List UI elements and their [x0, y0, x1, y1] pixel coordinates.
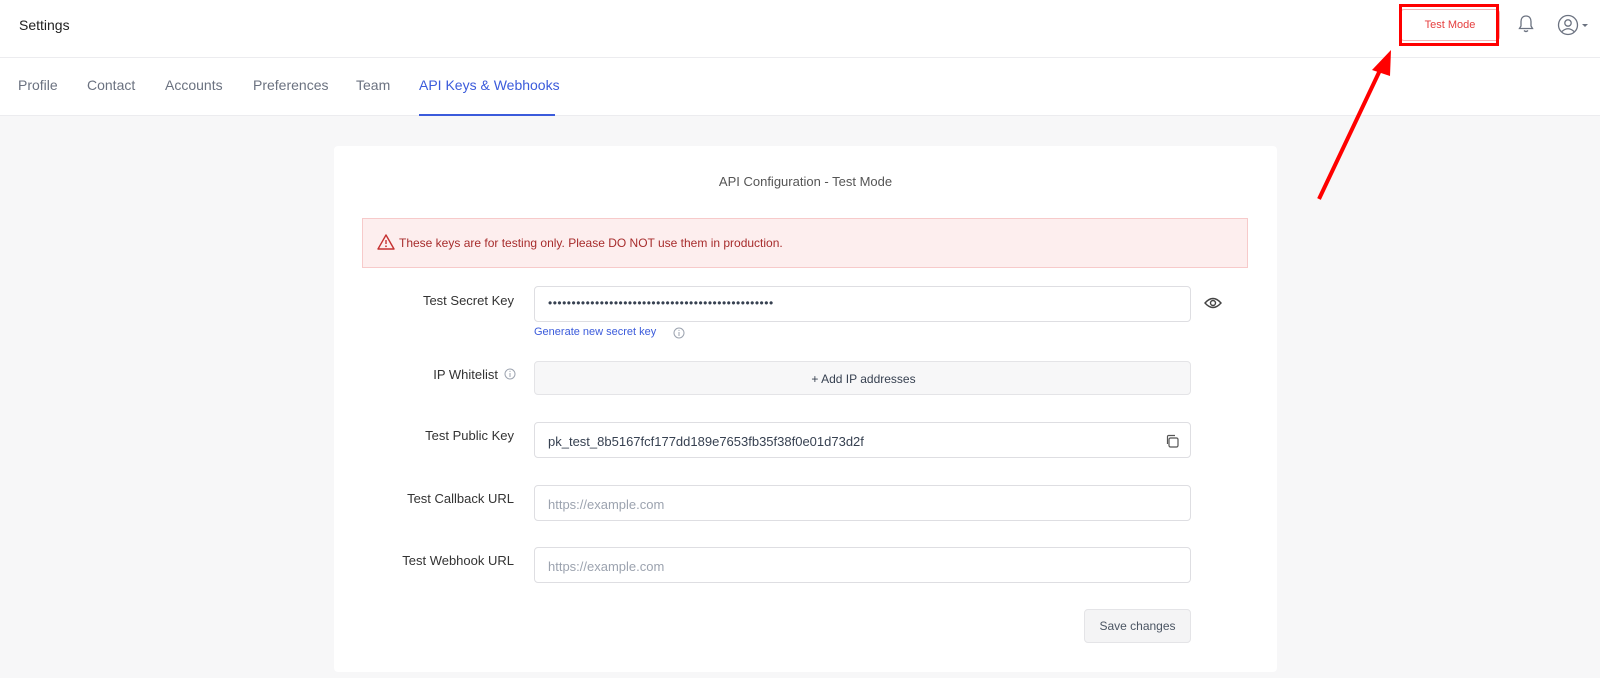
webhook-url-label: Test Webhook URL	[402, 553, 514, 568]
tab-accounts[interactable]: Accounts	[165, 77, 223, 93]
add-ip-addresses-button[interactable]: + Add IP addresses	[534, 361, 1191, 395]
save-changes-button[interactable]: Save changes	[1084, 609, 1191, 643]
callback-url-label: Test Callback URL	[407, 491, 514, 506]
info-icon	[504, 368, 516, 380]
eye-icon[interactable]	[1204, 296, 1222, 310]
secret-key-value: ••••••••••••••••••••••••••••••••••••••••…	[548, 296, 774, 310]
active-tab-indicator	[419, 114, 555, 116]
public-key-label: Test Public Key	[425, 428, 514, 443]
tab-api-keys-webhooks[interactable]: API Keys & Webhooks	[419, 77, 560, 93]
ip-whitelist-label: IP Whitelist	[433, 367, 498, 382]
bell-icon[interactable]	[1517, 14, 1535, 34]
generate-secret-key-link[interactable]: Generate new secret key	[534, 326, 656, 338]
alert-message: These keys are for testing only. Please …	[399, 236, 783, 250]
secret-key-label: Test Secret Key	[422, 293, 514, 308]
card-title: API Configuration - Test Mode	[718, 174, 893, 189]
secret-key-field[interactable]: ••••••••••••••••••••••••••••••••••••••••…	[534, 286, 1191, 322]
warning-icon	[377, 234, 395, 250]
copy-icon[interactable]	[1165, 434, 1179, 448]
add-ip-addresses-label: + Add IP addresses	[811, 372, 916, 386]
public-key-field[interactable]: pk_test_8b5167fcf177dd189e7653fb35f38f0e…	[534, 422, 1191, 458]
user-avatar-icon[interactable]	[1557, 14, 1593, 36]
test-mode-button[interactable]: Test Mode	[1400, 9, 1500, 41]
tab-contact[interactable]: Contact	[87, 77, 135, 93]
tab-profile[interactable]: Profile	[18, 77, 58, 93]
warning-alert: These keys are for testing only. Please …	[362, 218, 1248, 268]
settings-tabs: Profile Contact Accounts Preferences Tea…	[0, 58, 1600, 116]
top-bar: Settings Test Mode	[0, 0, 1600, 58]
public-key-value: pk_test_8b5167fcf177dd189e7653fb35f38f0e…	[548, 434, 864, 449]
api-config-card: API Configuration - Test Mode These keys…	[334, 146, 1277, 672]
page-title: Settings	[19, 17, 70, 33]
callback-url-placeholder: https://example.com	[548, 497, 665, 512]
tab-preferences[interactable]: Preferences	[253, 77, 328, 93]
callback-url-field[interactable]: https://example.com	[534, 485, 1191, 521]
webhook-url-field[interactable]: https://example.com	[534, 547, 1191, 583]
tab-team[interactable]: Team	[356, 77, 390, 93]
webhook-url-placeholder: https://example.com	[548, 559, 665, 574]
info-icon	[673, 327, 685, 339]
